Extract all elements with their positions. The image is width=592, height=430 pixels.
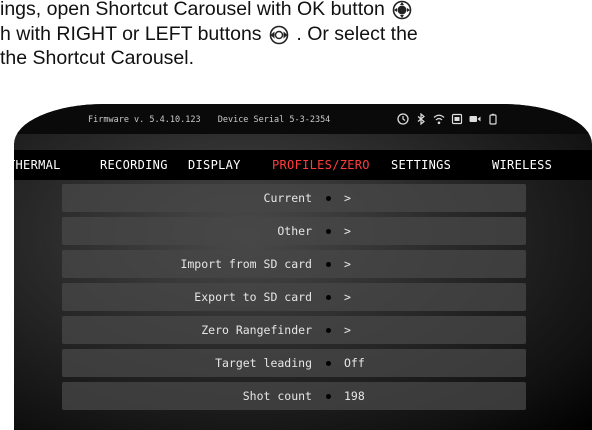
menu-item-export-sd[interactable]: Export to SD card >: [62, 283, 526, 311]
bluetooth-icon: [417, 113, 425, 125]
tab-settings[interactable]: SETTINGS: [391, 158, 451, 172]
menu-item-label: Other: [277, 224, 312, 238]
manual-line-3: the Shortcut Carousel.: [0, 47, 194, 70]
menu-tabs: THERMAL RECORDING DISPLAY PROFILES/ZERO …: [14, 150, 592, 180]
menu-item-zero-rangefinder[interactable]: Zero Rangefinder >: [62, 316, 526, 344]
sd-card-icon: [451, 113, 463, 125]
ok-button-icon: [392, 0, 412, 20]
menu-item-dot: [326, 229, 331, 234]
menu-item-dot: [326, 262, 331, 267]
menu-item-label: Zero Rangefinder: [201, 323, 312, 337]
left-right-dpad-icon: [269, 25, 289, 45]
tab-thermal[interactable]: THERMAL: [14, 158, 61, 172]
manual-line-1: ings, open Shortcut Carousel with OK but…: [0, 0, 414, 21]
menu-item-label: Current: [263, 191, 312, 205]
menu-item-label: Shot count: [242, 389, 312, 403]
menu-item-label: Export to SD card: [194, 290, 312, 304]
menu-item-target-leading[interactable]: Target leading Off: [62, 349, 526, 377]
chevron-right-icon: >: [344, 191, 351, 205]
device-screen: Firmware v. 5.4.10.123 Device Serial 5-3…: [14, 104, 592, 430]
tab-profiles-zero[interactable]: PROFILES/ZERO: [272, 158, 370, 172]
profiles-zero-menu: Current > Other > Import from SD card > …: [62, 184, 526, 415]
tab-display[interactable]: DISPLAY: [188, 158, 241, 172]
tab-wireless[interactable]: WIRELESS: [492, 158, 552, 172]
wifi-icon: [433, 114, 445, 125]
manual-line-1-text: ings, open Shortcut Carousel with OK but…: [0, 0, 385, 20]
status-bar: Firmware v. 5.4.10.123 Device Serial 5-3…: [14, 104, 592, 134]
menu-item-import-sd[interactable]: Import from SD card >: [62, 250, 526, 278]
video-icon: [469, 116, 481, 122]
menu-item-dot: [326, 394, 331, 399]
manual-line-2b-text: . Or select the: [296, 23, 418, 45]
chevron-right-icon: >: [344, 224, 351, 238]
menu-item-dot: [326, 196, 331, 201]
menu-item-value: 198: [344, 389, 365, 403]
menu-item-shot-count[interactable]: Shot count 198: [62, 382, 526, 410]
device-serial: Device Serial 5-3-2354: [217, 115, 331, 125]
chevron-right-icon: >: [344, 290, 351, 304]
device-info: Firmware v. 5.4.10.123 Device Serial 5-3…: [88, 115, 342, 125]
menu-item-dot: [326, 361, 331, 366]
battery-icon: [489, 113, 497, 125]
manual-line-2a-text: h with RIGHT or LEFT buttons: [0, 23, 262, 45]
status-icons: [397, 112, 499, 126]
manual-line-3-text: the Shortcut Carousel.: [0, 47, 195, 69]
menu-item-label: Import from SD card: [180, 257, 312, 271]
menu-item-other[interactable]: Other >: [62, 217, 526, 245]
menu-item-current[interactable]: Current >: [62, 184, 526, 212]
firmware-version: Firmware v. 5.4.10.123: [88, 115, 201, 125]
menu-item-label: Target leading: [215, 356, 312, 370]
tab-recording[interactable]: RECORDING: [100, 158, 168, 172]
chevron-right-icon: >: [344, 323, 351, 337]
clock-icon: [397, 113, 409, 125]
menu-item-value: Off: [344, 356, 365, 370]
manual-page: ings, open Shortcut Carousel with OK but…: [0, 0, 592, 430]
menu-item-dot: [326, 328, 331, 333]
chevron-right-icon: >: [344, 257, 351, 271]
manual-line-2: h with RIGHT or LEFT buttons . Or select…: [0, 23, 418, 46]
menu-item-dot: [326, 295, 331, 300]
